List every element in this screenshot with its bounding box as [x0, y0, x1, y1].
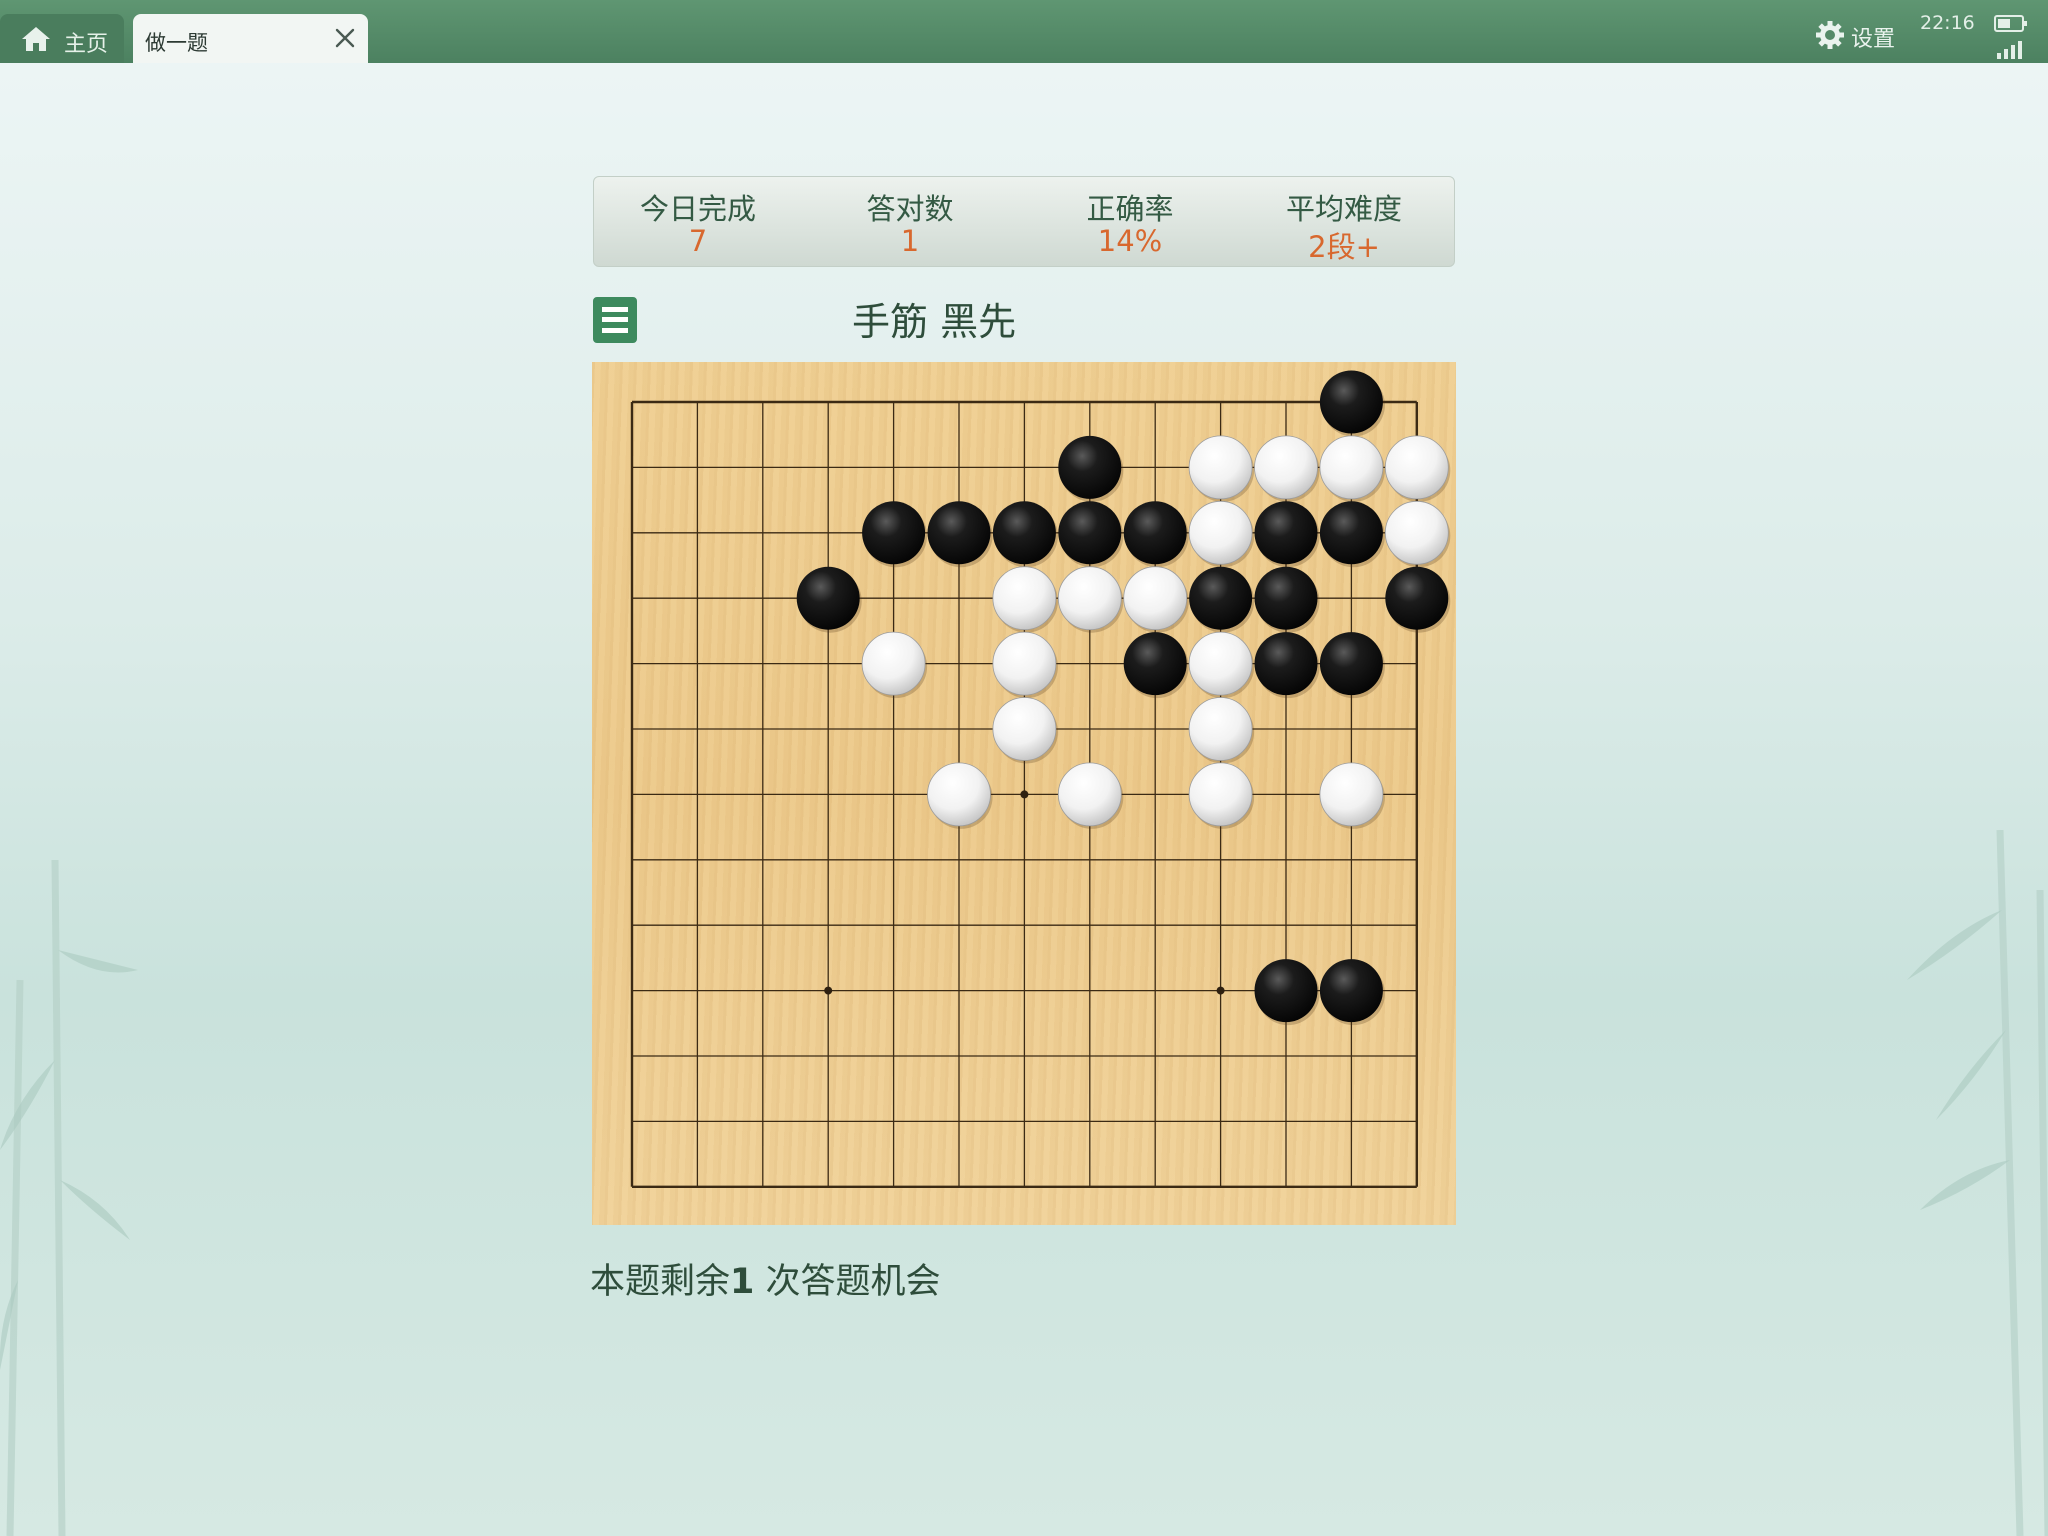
black-stone: [1385, 566, 1449, 630]
stat-today-done: 今日完成 7: [594, 177, 802, 268]
star-point: [1020, 790, 1029, 799]
black-stone: [1058, 501, 1122, 565]
star-point: [824, 986, 833, 995]
black-stone: [1319, 959, 1383, 1023]
white-stone: [861, 631, 926, 696]
black-stone: [992, 501, 1056, 565]
white-stone: [927, 762, 991, 827]
black-stone: [796, 566, 860, 630]
black-stone: [1319, 501, 1383, 565]
tab-do-problem[interactable]: 做一题: [133, 14, 368, 63]
black-stone: [1254, 632, 1318, 696]
stat-label: 答对数: [866, 192, 954, 226]
remaining-prefix: 本题剩余: [590, 1262, 731, 1302]
status-time: 22:16: [1920, 12, 1975, 34]
white-stone: [1384, 500, 1449, 565]
remaining-suffix: 次答题机会: [754, 1262, 941, 1302]
white-stone: [1188, 762, 1253, 827]
battery-icon: [1994, 15, 2027, 32]
white-stone: [1188, 631, 1253, 696]
stat-correct-count: 答对数 1: [806, 177, 1014, 268]
stats-panel: 今日完成 7 答对数 1 正确率 14% 平均难度 2段+: [593, 176, 1455, 267]
black-stone: [1254, 501, 1318, 565]
tab-do-problem-label: 做一题: [145, 31, 208, 55]
white-stone: [1254, 435, 1318, 500]
stat-value: 14%: [1097, 224, 1163, 258]
star-point: [1216, 986, 1225, 995]
white-stone: [1057, 762, 1122, 827]
stat-value: 2段+: [1308, 230, 1380, 264]
stat-label: 今日完成: [639, 192, 756, 226]
white-stone: [1057, 566, 1122, 631]
stat-label: 平均难度: [1285, 192, 1402, 226]
black-stone: [1058, 435, 1122, 499]
stat-accuracy: 正确率 14%: [1026, 177, 1234, 268]
black-stone: [1319, 632, 1383, 696]
tab-home-label: 主页: [64, 32, 109, 57]
stones: [796, 370, 1451, 1026]
white-stone: [1188, 697, 1253, 761]
white-stone: [992, 697, 1057, 761]
white-stone: [1188, 435, 1253, 500]
bamboo-decoration-right: [1907, 830, 2048, 1536]
problem-title: 手筋 黑先: [852, 300, 1017, 344]
bamboo-decoration-left: [0, 860, 138, 1536]
gear-icon: [1816, 21, 1844, 49]
signal-icon: [1997, 41, 2022, 59]
black-stone: [1254, 959, 1318, 1023]
black-stone: [1123, 501, 1187, 565]
tab-home[interactable]: 主页: [0, 14, 124, 63]
top-bar: 主页 做一题 设置 22:16: [0, 0, 2048, 63]
home-icon: [22, 27, 50, 51]
remaining-attempts: 本题剩余1 次答题机会: [590, 1253, 941, 1304]
white-stone: [1188, 500, 1253, 565]
close-icon[interactable]: [332, 25, 358, 51]
menu-button[interactable]: [593, 297, 637, 343]
white-stone: [992, 631, 1057, 696]
go-board-canvas[interactable]: [592, 362, 1456, 1225]
black-stone: [1123, 632, 1187, 696]
white-stone: [992, 566, 1057, 631]
stat-value: 1: [900, 224, 920, 258]
white-stone: [1319, 435, 1384, 500]
black-stone: [862, 501, 926, 565]
go-board[interactable]: [592, 362, 1456, 1225]
black-stone: [927, 501, 991, 565]
stat-avg-difficulty: 平均难度 2段+: [1239, 177, 1449, 268]
black-stone: [1254, 566, 1318, 630]
stat-value: 7: [688, 224, 708, 258]
stat-label: 正确率: [1086, 192, 1174, 226]
black-stone: [1319, 370, 1383, 434]
white-stone: [1123, 566, 1188, 631]
black-stone: [1189, 566, 1253, 630]
white-stone: [1319, 762, 1384, 827]
remaining-count: 1: [730, 1262, 755, 1302]
settings-label: 设置: [1851, 27, 1896, 52]
white-stone: [1384, 435, 1449, 500]
